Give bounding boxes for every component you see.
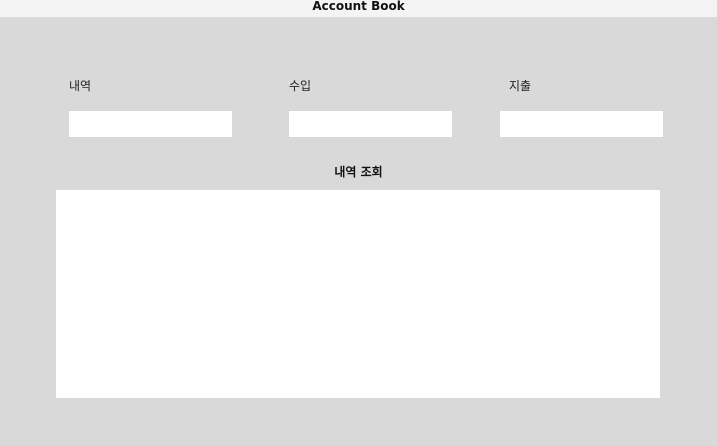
expense-label: 지출 [509,79,532,93]
history-section-title: 내역 조회 [334,165,383,179]
description-label: 내역 [69,79,92,93]
expense-input[interactable] [500,111,663,137]
account-book-window: Account Book 내역 수입 지출 내역 조회 [0,0,717,446]
description-input[interactable] [69,111,232,137]
window-title-bar: Account Book [0,0,717,17]
window-title: Account Book [312,0,405,13]
income-label: 수입 [289,79,312,93]
income-input[interactable] [289,111,452,137]
history-text-area[interactable] [56,190,660,398]
